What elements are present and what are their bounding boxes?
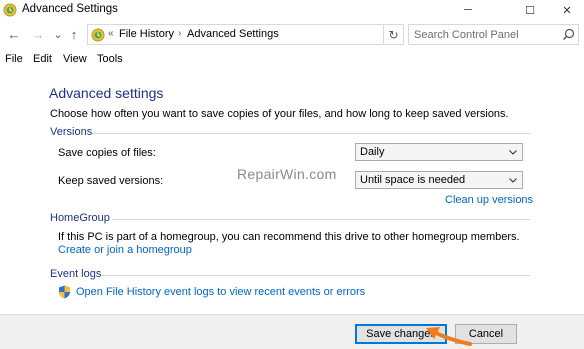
settings-content: Advanced settings Choose how often you w… [0, 70, 584, 314]
menu-edit[interactable]: Edit [33, 53, 52, 65]
keep-versions-label: Keep saved versions: [58, 175, 164, 187]
event-logs-divider [102, 275, 530, 276]
address-bar[interactable]: « File History › Advanced Settings [87, 24, 459, 45]
menu-bar: File Edit View Tools [0, 51, 584, 69]
homegroup-group-label: HomeGroup [50, 212, 110, 224]
uac-shield-icon [59, 285, 70, 299]
event-logs-link[interactable]: Open File History event logs to view rec… [76, 286, 365, 298]
search-box[interactable] [408, 24, 579, 45]
chevron-down-icon [509, 150, 517, 155]
keep-versions-value: Until space is needed [360, 174, 466, 186]
title-bar: Advanced Settings ─ ☐ ✕ [0, 0, 584, 20]
versions-divider [92, 133, 530, 134]
navigation-bar: ← → ⌄ ↑ « File History › Advanced Settin… [0, 22, 584, 48]
refresh-button[interactable]: ↻ [384, 24, 404, 45]
homegroup-text: If this PC is part of a homegroup, you c… [58, 231, 520, 243]
close-button[interactable]: ✕ [550, 0, 584, 20]
page-title: Advanced settings [49, 85, 164, 101]
save-copies-select[interactable]: Daily [355, 143, 523, 161]
watermark: RepairWin.com [237, 166, 337, 182]
menu-file[interactable]: File [5, 53, 23, 65]
clean-up-versions-link[interactable]: Clean up versions [445, 194, 533, 206]
breadcrumb-file-history[interactable]: File History [119, 28, 174, 40]
recent-locations-button[interactable]: ⌄ [50, 26, 66, 42]
chevron-down-icon [509, 178, 517, 183]
event-logs-group-label: Event logs [50, 268, 102, 280]
file-history-icon [3, 3, 17, 17]
maximize-button[interactable]: ☐ [507, 0, 553, 20]
versions-group-label: Versions [50, 126, 93, 138]
dialog-footer: Save changes Cancel [0, 314, 584, 349]
homegroup-divider [112, 219, 530, 220]
back-arrow-icon: ← [7, 26, 21, 42]
search-input[interactable] [414, 27, 554, 42]
chevron-down-icon: ⌄ [53, 28, 63, 41]
overflow-chevron-icon[interactable]: « [108, 28, 114, 39]
breadcrumb-advanced-settings[interactable]: Advanced Settings [187, 28, 279, 40]
annotation-arrow-icon [426, 327, 472, 346]
window-title: Advanced Settings [22, 3, 118, 15]
up-button[interactable]: ↑ [66, 26, 82, 42]
forward-arrow-icon: → [31, 26, 45, 42]
minimize-button[interactable]: ─ [445, 0, 491, 20]
menu-tools[interactable]: Tools [97, 53, 123, 65]
breadcrumb-separator-icon[interactable]: › [178, 28, 181, 39]
up-arrow-icon: ↑ [70, 26, 78, 42]
minimize-icon: ─ [464, 4, 472, 16]
back-button[interactable]: ← [6, 26, 22, 42]
maximize-icon: ☐ [525, 4, 535, 17]
forward-button[interactable]: → [30, 26, 46, 42]
search-icon[interactable] [562, 28, 575, 41]
save-copies-value: Daily [360, 146, 385, 158]
create-homegroup-link[interactable]: Create or join a homegroup [58, 244, 192, 256]
keep-versions-select[interactable]: Until space is needed [355, 171, 523, 189]
file-history-icon [91, 28, 105, 42]
save-copies-label: Save copies of files: [58, 147, 156, 159]
intro-text: Choose how often you want to save copies… [50, 108, 509, 120]
refresh-icon: ↻ [388, 27, 399, 42]
menu-view[interactable]: View [63, 53, 87, 65]
close-icon: ✕ [562, 4, 572, 17]
